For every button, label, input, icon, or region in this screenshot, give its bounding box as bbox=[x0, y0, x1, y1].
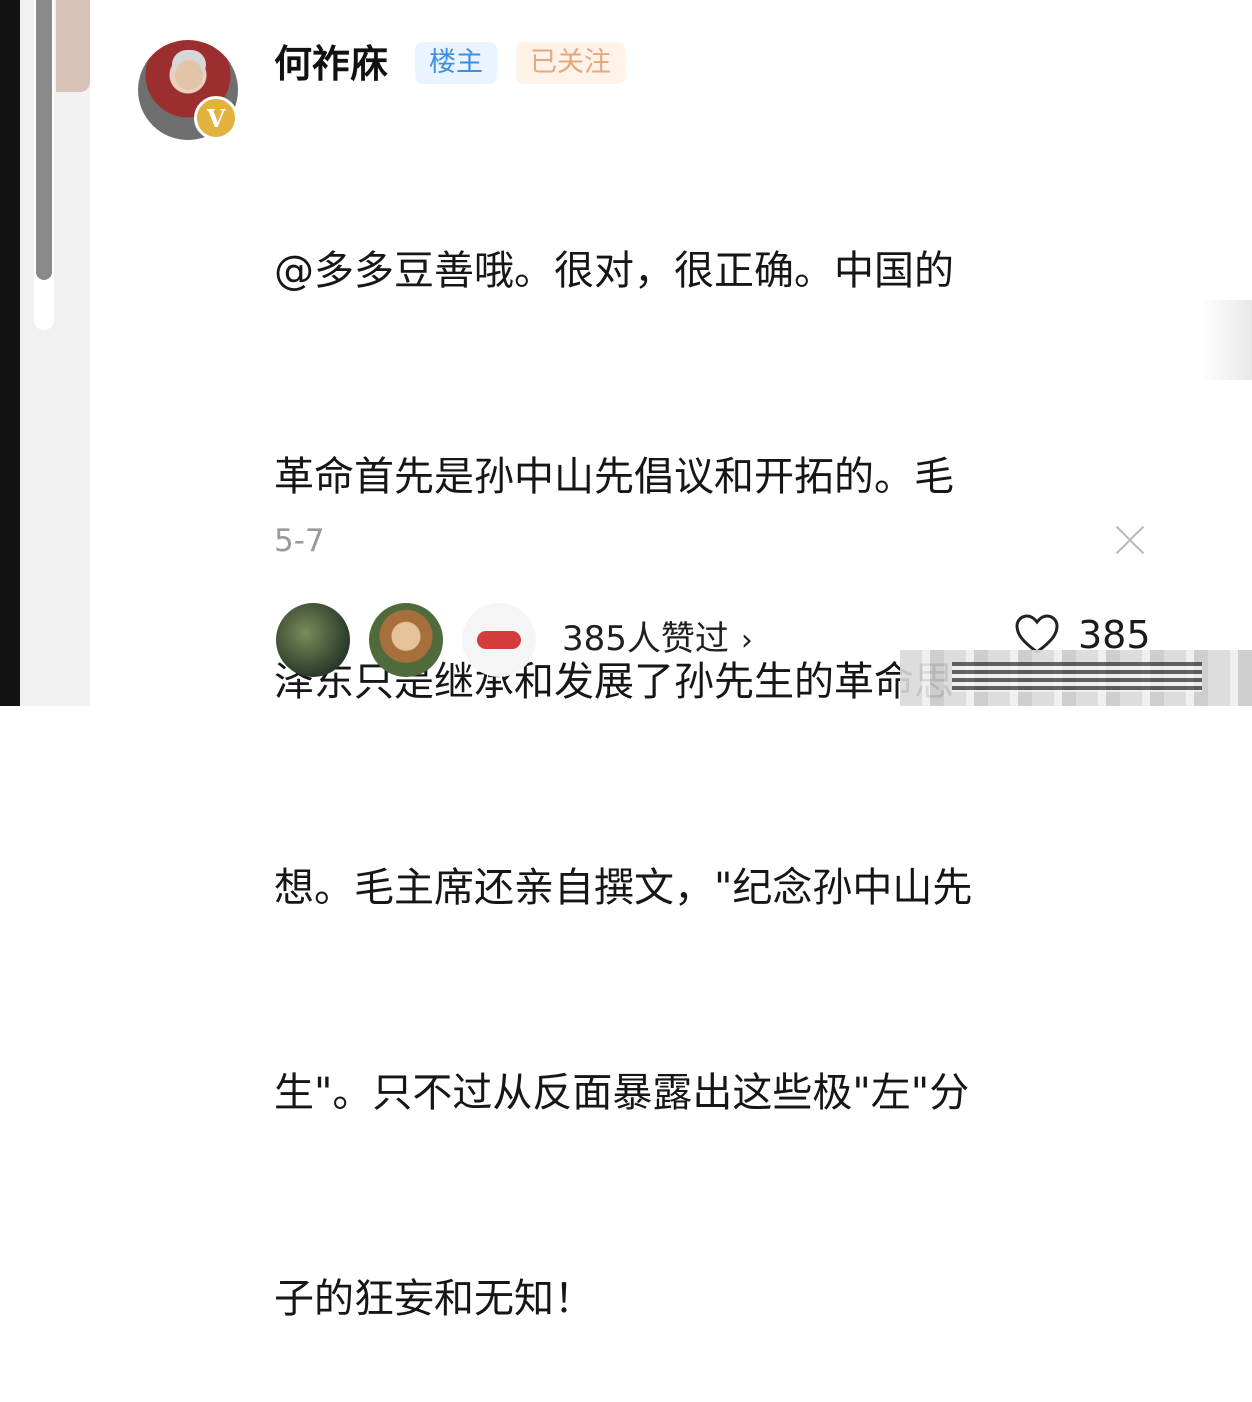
scrollbar-thumb[interactable] bbox=[36, 0, 52, 280]
liker-avatar[interactable] bbox=[369, 603, 443, 677]
watermark bbox=[900, 650, 1252, 706]
close-icon[interactable] bbox=[1114, 524, 1146, 556]
comment-text: @多多豆善哦。很对，很正确。中国的 革命首先是孙中山先倡议和开拓的。毛 泽东只是… bbox=[274, 100, 1174, 1402]
owner-badge: 楼主 bbox=[415, 42, 497, 84]
comment-line: 生"。只不过从反面暴露出这些极"左"分 bbox=[274, 1070, 970, 1116]
avatar-face bbox=[175, 60, 203, 90]
username[interactable]: 何祚庥 bbox=[274, 40, 388, 88]
likes-summary-link[interactable]: 385人赞过 › bbox=[562, 615, 753, 663]
liker-avatar[interactable] bbox=[462, 603, 536, 677]
left-screen-edge bbox=[0, 0, 20, 706]
comment-line: 革命首先是孙中山先倡议和开拓的。毛 bbox=[274, 453, 954, 500]
follow-badge[interactable]: 已关注 bbox=[516, 42, 625, 84]
comment-line: 想。毛主席还亲自撰文，"纪念孙中山先 bbox=[274, 864, 973, 911]
comment-date: 5-7 bbox=[274, 523, 325, 559]
comment-line: @多多豆善哦。很对，很正确。中国的 bbox=[274, 248, 954, 294]
likes-summary-text: 385人赞过 bbox=[562, 619, 729, 659]
liker-avatar[interactable] bbox=[276, 603, 350, 677]
chevron-right-icon: › bbox=[740, 623, 753, 658]
partial-avatar bbox=[56, 0, 90, 92]
comment-line: 子的狂妄和无知！ bbox=[274, 1275, 594, 1322]
right-edge-shadow bbox=[1200, 300, 1252, 380]
liker-logo bbox=[477, 631, 521, 649]
verified-icon: V bbox=[194, 96, 238, 140]
left-panel bbox=[20, 0, 90, 706]
